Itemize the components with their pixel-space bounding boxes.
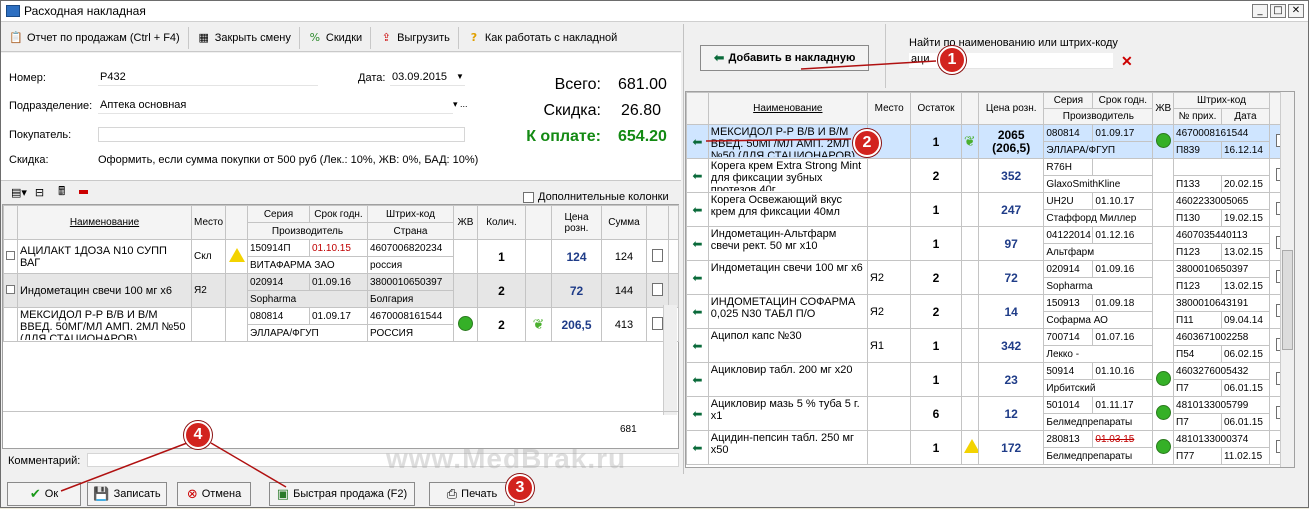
- callout-4: 4: [184, 421, 212, 449]
- arrow-1: [800, 60, 937, 70]
- callout-3: 3: [506, 474, 534, 502]
- arrow-4a: [60, 442, 188, 492]
- callout-1: 1: [938, 46, 966, 74]
- main-window: Расходная накладная _ □ ✕ 📋 Отчет по прод…: [0, 0, 1309, 508]
- arrow-2: [705, 138, 852, 142]
- arrow-4b: [210, 442, 287, 488]
- callout-2: 2: [853, 129, 881, 157]
